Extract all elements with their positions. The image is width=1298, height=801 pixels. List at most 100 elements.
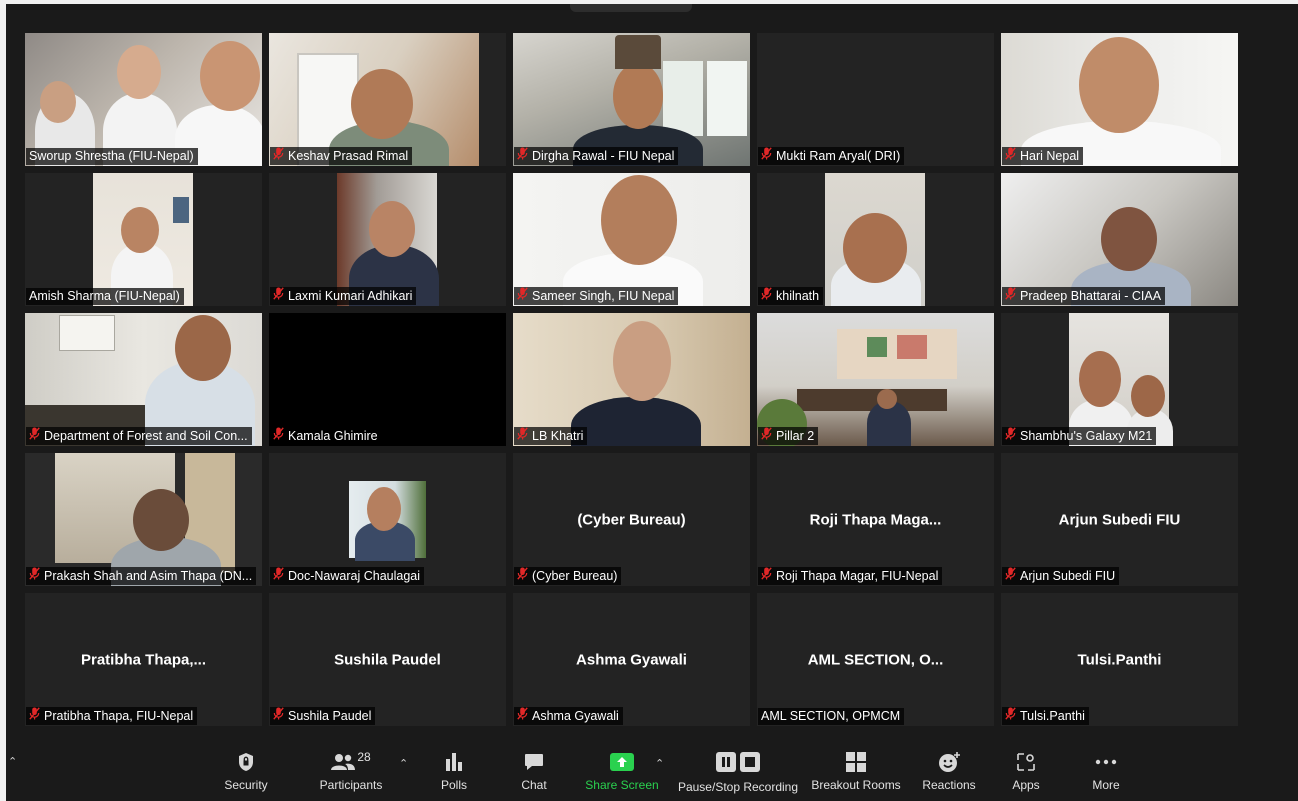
participant-name-tag: Sameer Singh, FIU Nepal <box>514 287 679 305</box>
participant-name-tag: Doc-Nawaraj Chaulagai <box>270 567 425 585</box>
participant-name-tag: Pratibha Thapa, FIU-Nepal <box>26 707 198 725</box>
participant-name-tag: AML SECTION, OPMCM <box>758 708 905 725</box>
pause-stop-icon <box>716 749 760 775</box>
breakout-rooms-button[interactable]: Breakout Rooms <box>806 737 906 801</box>
participant-tile[interactable]: Laxmi Kumari Adhikari <box>269 173 506 306</box>
participant-display-name: Pratibha Thapa,... <box>80 651 207 668</box>
participant-name-tag: LB Khatri <box>514 427 588 445</box>
mic-off-icon <box>29 427 40 445</box>
share-screen-button[interactable]: Share Screen <box>584 737 660 801</box>
mic-off-icon <box>1005 287 1016 305</box>
participant-tile[interactable]: Department of Forest and Soil Con... <box>25 313 262 446</box>
participant-name-tag: (Cyber Bureau) <box>514 567 622 585</box>
participant-tile[interactable]: Tulsi.Panthi Tulsi.Panthi <box>1001 593 1238 726</box>
mic-off-icon <box>761 427 772 445</box>
mic-off-icon <box>273 147 284 165</box>
participant-display-name: AML SECTION, O... <box>807 651 944 668</box>
participants-count: 28 <box>357 750 371 764</box>
mic-off-icon <box>29 567 40 585</box>
security-button[interactable]: Security <box>218 737 274 801</box>
grid-icon <box>846 749 866 775</box>
participant-tile[interactable]: Pillar 2 <box>757 313 994 446</box>
mic-off-icon <box>273 427 284 445</box>
mic-off-icon <box>517 287 528 305</box>
share-arrow-icon <box>610 749 634 775</box>
mic-off-icon <box>273 567 284 585</box>
participant-name-tag: Kamala Ghimire <box>270 427 382 445</box>
participants-button[interactable]: 28 Participants <box>314 737 388 801</box>
participant-name-tag: Shambhu's Galaxy M21 <box>1002 427 1157 445</box>
participant-name-tag: Laxmi Kumari Adhikari <box>270 287 417 305</box>
apps-icon <box>1016 749 1036 775</box>
participant-name-tag: Keshav Prasad Rimal <box>270 147 413 165</box>
participant-tile[interactable]: Keshav Prasad Rimal <box>269 33 506 166</box>
participant-display-name: Roji Thapa Maga... <box>809 511 942 528</box>
participant-name-tag: Ashma Gyawali <box>514 707 623 725</box>
participant-tile[interactable]: (Cyber Bureau) (Cyber Bureau) <box>513 453 750 586</box>
chevron-up-icon[interactable]: ⌃ <box>8 755 17 768</box>
meeting-toolbar: ⌃ Security 28 Participants ⌃ Polls Chat … <box>6 737 1298 801</box>
more-button[interactable]: More <box>1084 737 1128 801</box>
participant-tile[interactable]: Sushila Paudel Sushila Paudel <box>269 593 506 726</box>
participant-name-tag: Tulsi.Panthi <box>1002 707 1089 725</box>
mic-off-icon <box>517 567 528 585</box>
participant-name-tag: Department of Forest and Soil Con... <box>26 427 252 445</box>
mic-off-icon <box>761 287 772 305</box>
video-feed <box>349 481 426 561</box>
participant-tile[interactable]: LB Khatri <box>513 313 750 446</box>
video-feed <box>25 33 262 166</box>
participant-display-name: Arjun Subedi FIU <box>1058 511 1181 528</box>
participant-display-name: Sushila Paudel <box>334 651 441 668</box>
mic-off-icon <box>761 567 772 585</box>
share-screen-options-chevron-icon[interactable]: ⌃ <box>655 757 664 770</box>
participant-tile[interactable]: Hari Nepal <box>1001 33 1238 166</box>
participant-tile[interactable]: Sameer Singh, FIU Nepal <box>513 173 750 306</box>
participants-options-chevron-icon[interactable]: ⌃ <box>399 757 408 770</box>
participant-tile[interactable]: Roji Thapa Maga... Roji Thapa Magar, FIU… <box>757 453 994 586</box>
participant-name-tag: Dirgha Rawal - FIU Nepal <box>514 147 679 165</box>
mic-off-icon <box>517 427 528 445</box>
participant-tile[interactable]: AML SECTION, O... AML SECTION, OPMCM <box>757 593 994 726</box>
mic-off-icon <box>517 147 528 165</box>
participant-name-tag: Mukti Ram Aryal( DRI) <box>758 147 905 165</box>
apps-button[interactable]: Apps <box>1004 737 1048 801</box>
participant-name-tag: Pillar 2 <box>758 427 819 445</box>
participant-tile[interactable]: khilnath <box>757 173 994 306</box>
shield-icon <box>237 749 255 775</box>
mic-off-icon <box>29 707 40 725</box>
participant-name-tag: Roji Thapa Magar, FIU-Nepal <box>758 567 943 585</box>
video-feed <box>825 173 925 306</box>
participant-tile[interactable]: Doc-Nawaraj Chaulagai <box>269 453 506 586</box>
smiley-icon <box>938 749 960 775</box>
people-icon: 28 <box>331 749 371 775</box>
participant-tile[interactable]: Sworup Shrestha (FIU-Nepal) <box>25 33 262 166</box>
reactions-button[interactable]: Reactions <box>916 737 982 801</box>
participant-display-name: (Cyber Bureau) <box>577 511 686 528</box>
participant-tile[interactable]: Dirgha Rawal - FIU Nepal <box>513 33 750 166</box>
mic-off-icon <box>273 287 284 305</box>
top-drag-handle[interactable] <box>570 4 692 12</box>
participant-tile[interactable]: Arjun Subedi FIU Arjun Subedi FIU <box>1001 453 1238 586</box>
participant-tile[interactable]: Shambhu's Galaxy M21 <box>1001 313 1238 446</box>
speech-bubble-icon <box>524 749 544 775</box>
mic-off-icon <box>761 147 772 165</box>
pause-stop-recording-button[interactable]: Pause/Stop Recording <box>676 737 800 801</box>
mic-off-icon <box>273 707 284 725</box>
participant-tile[interactable]: Prakash Shah and Asim Thapa (DN... <box>25 453 262 586</box>
participant-tile[interactable]: Kamala Ghimire <box>269 313 506 446</box>
participant-display-name: Ashma Gyawali <box>576 651 687 668</box>
mic-off-icon <box>1005 567 1016 585</box>
participant-tile[interactable]: Pratibha Thapa,... Pratibha Thapa, FIU-N… <box>25 593 262 726</box>
chat-button[interactable]: Chat <box>514 737 554 801</box>
participant-tile[interactable]: Mukti Ram Aryal( DRI) <box>757 33 994 166</box>
mic-off-icon <box>1005 427 1016 445</box>
mic-off-icon <box>1005 147 1016 165</box>
participant-name-tag: Sworup Shrestha (FIU-Nepal) <box>26 148 198 165</box>
participant-name-tag: Sushila Paudel <box>270 707 376 725</box>
participant-name-tag: khilnath <box>758 287 824 305</box>
participant-tile[interactable]: Amish Sharma (FIU-Nepal) <box>25 173 262 306</box>
polls-button[interactable]: Polls <box>434 737 474 801</box>
participant-name-tag: Pradeep Bhattarai - CIAA <box>1002 287 1166 305</box>
participant-tile[interactable]: Pradeep Bhattarai - CIAA <box>1001 173 1238 306</box>
participant-tile[interactable]: Ashma Gyawali Ashma Gyawali <box>513 593 750 726</box>
